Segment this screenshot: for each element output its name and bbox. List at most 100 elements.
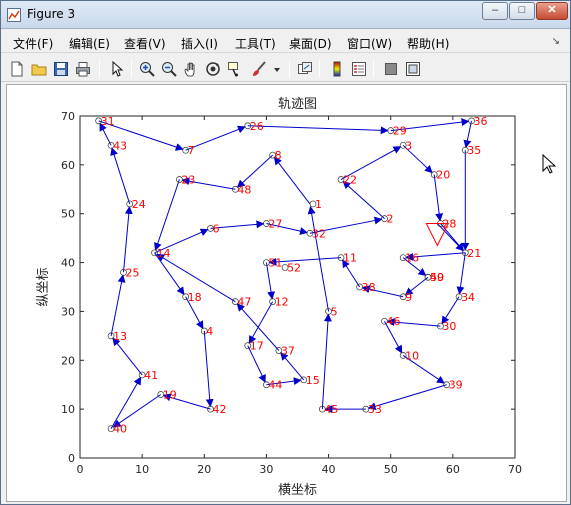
data-cursor-icon[interactable]	[225, 59, 245, 79]
menu-desktop[interactable]: 桌面(D)	[289, 35, 332, 52]
menu-edit[interactable]: 编辑(E)	[69, 35, 110, 52]
menu-tools[interactable]: 工具(T)	[235, 35, 276, 52]
city-label: 6	[213, 222, 220, 235]
y-axis-label: 纵坐标	[36, 267, 51, 306]
city-label: 10	[405, 349, 419, 362]
link-plot-icon[interactable]	[295, 59, 315, 79]
city-label: 26	[250, 120, 264, 133]
city-label: 24	[132, 198, 146, 211]
y-tick-label: 40	[61, 257, 75, 270]
minimize-button[interactable]: –	[482, 2, 508, 20]
x-tick-label: 0	[77, 463, 84, 476]
zoom-in-icon[interactable]	[137, 59, 157, 79]
city-label: 39	[449, 379, 463, 392]
city-label: 35	[467, 144, 481, 157]
city-label: 46	[387, 315, 401, 328]
city-label: 3	[405, 139, 412, 152]
title-bar[interactable]: Figure 3 – □ ✕	[1, 1, 570, 29]
city-label: 38	[362, 281, 376, 294]
city-label: 41	[144, 369, 158, 382]
zoom-out-icon[interactable]	[159, 59, 179, 79]
city-label: 45	[324, 403, 338, 416]
city-label: 11	[343, 252, 357, 265]
city-label: 14	[157, 247, 171, 260]
pointer-icon[interactable]	[107, 59, 127, 79]
x-tick-label: 50	[384, 463, 398, 476]
y-tick-label: 30	[61, 305, 75, 318]
open-file-icon[interactable]	[29, 59, 49, 79]
city-label: 42	[213, 403, 227, 416]
toolbar-separator	[289, 60, 290, 78]
save-icon[interactable]	[51, 59, 71, 79]
city-label: 8	[275, 149, 282, 162]
window-title: Figure 3	[27, 7, 76, 21]
city-label: 18	[188, 291, 202, 304]
menu-insert[interactable]: 插入(I)	[181, 35, 218, 52]
toolbar-separator	[373, 60, 374, 78]
city-label: 22	[343, 174, 357, 187]
legend-icon[interactable]	[349, 59, 369, 79]
city-label: 32	[312, 227, 326, 240]
maximize-button[interactable]: □	[509, 2, 535, 20]
menu-help[interactable]: 帮助(H)	[407, 35, 449, 52]
city-label: 48	[237, 183, 251, 196]
x-tick-label: 70	[508, 463, 522, 476]
mouse-cursor-icon	[542, 154, 556, 174]
city-label: 17	[250, 340, 264, 353]
city-label: 27	[268, 217, 282, 230]
close-button[interactable]: ✕	[536, 2, 568, 20]
show-plot-tools-icon[interactable]	[403, 59, 423, 79]
toolbar-separator	[319, 60, 320, 78]
y-tick-label: 60	[61, 159, 75, 172]
pan-icon[interactable]	[181, 59, 201, 79]
x-axis-label: 横坐标	[278, 483, 317, 498]
y-tick-label: 20	[61, 354, 75, 367]
city-label: 40	[113, 423, 127, 436]
colorbar-icon[interactable]	[327, 59, 347, 79]
city-label: 33	[368, 403, 382, 416]
city-label: 21	[467, 247, 481, 260]
city-label: 9	[405, 291, 412, 304]
toolbar-separator	[131, 60, 132, 78]
city-label: 52	[287, 261, 301, 274]
city-label: 4	[206, 325, 213, 338]
city-label: 30	[442, 320, 456, 333]
print-icon[interactable]	[73, 59, 93, 79]
menu-view[interactable]: 查看(V)	[124, 35, 166, 52]
city-label: 5	[331, 305, 338, 318]
hide-plot-tools-icon[interactable]	[381, 59, 401, 79]
city-label: 2	[387, 213, 394, 226]
city-label: 12	[275, 296, 289, 309]
rotate-3d-icon[interactable]	[203, 59, 223, 79]
figure-canvas[interactable]: 1 2 3 4 5 6 7 8 9 10 11 12 13 14 15 16 17 18 19 20 21 22 23 24 2…	[6, 84, 567, 502]
city-label: 43	[113, 139, 127, 152]
menu-overflow-icon[interactable]: ↘	[552, 36, 560, 47]
city-label: 36	[474, 115, 488, 128]
x-tick-label: 10	[135, 463, 149, 476]
brush-dropdown-icon[interactable]	[271, 59, 283, 79]
chart-title: 轨迹图	[278, 97, 317, 112]
city-label: 13	[113, 330, 127, 343]
x-tick-label: 30	[259, 463, 273, 476]
matlab-figure-icon	[7, 8, 21, 22]
y-tick-label: 10	[61, 403, 75, 416]
menu-bar: 文件(F) 编辑(E) 查看(V) 插入(I) 工具(T) 桌面(D) 窗口(W…	[1, 31, 570, 53]
menu-file[interactable]: 文件(F)	[13, 35, 53, 52]
trajectory-plot: 1234567 891011121314151617181920212223242…	[36, 97, 522, 498]
city-label: 20	[436, 169, 450, 182]
x-tick-label: 40	[322, 463, 336, 476]
city-label: 34	[461, 291, 475, 304]
city-label: 16	[405, 252, 419, 265]
figure-window: Figure 3 – □ ✕ 文件(F) 编辑(E) 查看(V) 插入(I) 工…	[0, 0, 571, 505]
city-label: 28	[442, 217, 456, 230]
city-label: 50	[430, 271, 444, 284]
city-label: 25	[126, 266, 140, 279]
city-label: 19	[163, 388, 177, 401]
brush-icon[interactable]	[249, 59, 269, 79]
city-label: 51	[268, 257, 282, 270]
new-figure-icon[interactable]	[7, 59, 27, 79]
menu-window[interactable]: 窗口(W)	[347, 35, 392, 52]
x-tick-label: 60	[446, 463, 460, 476]
city-label: 44	[268, 379, 282, 392]
city-label: 37	[281, 345, 295, 358]
